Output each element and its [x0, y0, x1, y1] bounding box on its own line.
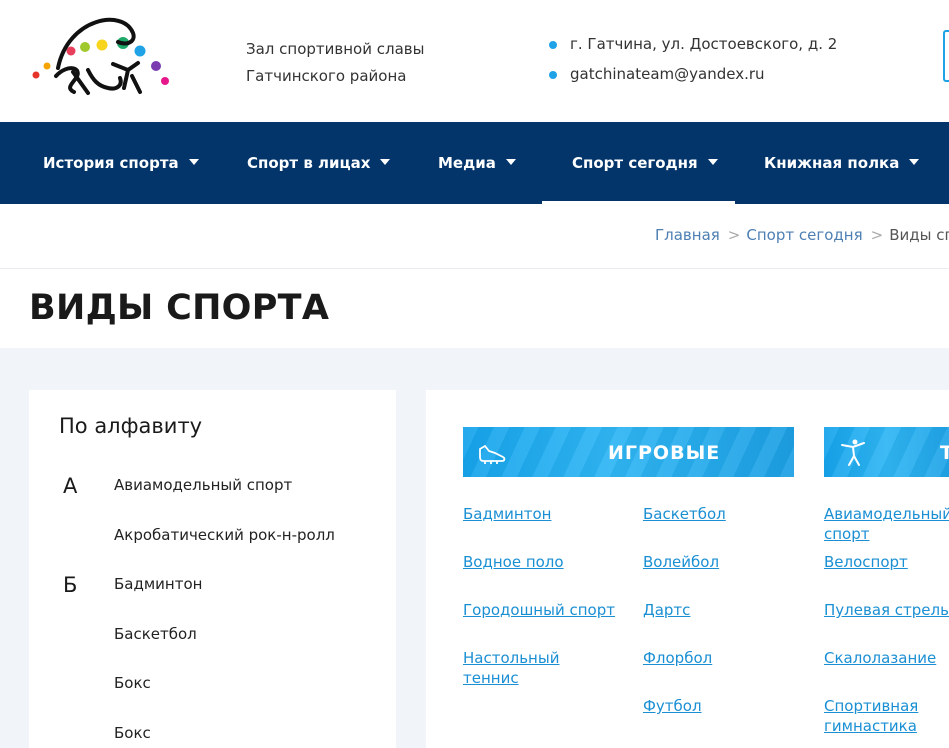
header-contacts: г. Гатчина, ул. Достоевского, д. 2 gatch… [549, 32, 837, 92]
nav-label: Медиа [438, 154, 496, 172]
email-dot-icon [549, 71, 557, 79]
nav-item-people[interactable]: Спорт в лицах [247, 122, 391, 204]
caret-down-icon [707, 158, 718, 165]
site-logo[interactable] [28, 8, 173, 98]
breadcrumb-section[interactable]: Спорт сегодня [746, 226, 862, 244]
tagline-line2: Гатчинского района [246, 67, 407, 85]
breadcrumb: Главная > Спорт сегодня > Виды спорт [655, 226, 949, 244]
sport-link[interactable]: Городошный спорт [463, 600, 615, 620]
category-banner-game[interactable]: ИГРОВЫЕ [463, 427, 794, 477]
sport-link[interactable]: Водное поло [463, 552, 564, 572]
sport-link[interactable]: Велоспорт [824, 552, 908, 572]
sport-link[interactable]: Баскетбол [643, 504, 726, 524]
site-header: Зал спортивной славы Гатчинского района … [0, 0, 949, 122]
tagline-line1: Зал спортивной славы [246, 40, 425, 58]
category-banner-second[interactable]: Т [824, 427, 949, 477]
sidebar-item[interactable]: Бокс [114, 724, 151, 742]
nav-label: Спорт в лицах [247, 154, 371, 172]
alphabet-sidebar: По алфавиту А Авиамодельный спорт Акроба… [29, 390, 396, 748]
header-button-edge[interactable] [943, 30, 949, 82]
email-link[interactable]: gatchinateam@yandex.ru [570, 65, 765, 83]
caret-down-icon [380, 158, 391, 165]
sidebar-item[interactable]: Авиамодельный спорт [114, 476, 292, 494]
sport-link[interactable]: Авиамодельный спорт [824, 504, 949, 544]
sport-link[interactable]: Настольный теннис [463, 648, 583, 688]
page-title: ВИДЫ СПОРТА [29, 288, 330, 328]
contact-email[interactable]: gatchinateam@yandex.ru [549, 62, 837, 92]
alpha-letter-b: Б [63, 573, 78, 597]
breadcrumb-divider [0, 268, 949, 269]
sidebar-item[interactable]: Бокс [114, 674, 151, 692]
sidebar-heading: По алфавиту [59, 414, 203, 438]
location-dot-icon [549, 41, 557, 49]
sneaker-icon [479, 444, 506, 464]
sport-link[interactable]: Флорбол [643, 648, 712, 668]
nav-item-history[interactable]: История спорта [43, 122, 199, 204]
breadcrumb-current: Виды спорт [889, 226, 949, 244]
sport-link[interactable]: Спортивная гимнастика [824, 696, 934, 736]
sidebar-item[interactable]: Бадминтон [114, 575, 202, 593]
categories-panel: ИГРОВЫЕ Бадминтон Водное поло Городошный… [426, 390, 949, 748]
caret-down-icon [188, 158, 199, 165]
nav-item-bookshelf[interactable]: Книжная полка [764, 122, 920, 204]
alpha-letter-a: А [63, 474, 78, 498]
sport-link[interactable]: Пулевая стрельба [824, 600, 949, 620]
main-nav: История спорта Спорт в лицах Медиа Спорт… [0, 122, 949, 204]
category-title: ИГРОВЫЕ [608, 442, 721, 464]
nav-item-sport-today[interactable]: Спорт сегодня [542, 122, 735, 204]
site-tagline: Зал спортивной славы Гатчинского района [246, 36, 424, 90]
sport-link[interactable]: Бадминтон [463, 504, 551, 524]
breadcrumb-separator: > [870, 226, 884, 244]
nav-item-media[interactable]: Медиа [438, 122, 516, 204]
nav-label: История спорта [43, 154, 179, 172]
breadcrumb-separator: > [727, 226, 741, 244]
sport-link[interactable]: Футбол [643, 696, 702, 716]
nav-label: Книжная полка [764, 154, 900, 172]
caret-down-icon [909, 158, 920, 165]
nav-label: Спорт сегодня [572, 154, 698, 172]
contact-address: г. Гатчина, ул. Достоевского, д. 2 [549, 32, 837, 62]
caret-down-icon [505, 158, 516, 165]
sidebar-item[interactable]: Баскетбол [114, 625, 197, 643]
category-title: Т [940, 442, 949, 464]
sport-link[interactable]: Волейбол [643, 552, 719, 572]
sport-link[interactable]: Скалолазание [824, 648, 936, 668]
address-text: г. Гатчина, ул. Достоевского, д. 2 [570, 35, 838, 53]
sport-link[interactable]: Дартс [643, 600, 690, 620]
breadcrumb-home[interactable]: Главная [655, 226, 720, 244]
gymnast-icon [841, 439, 865, 466]
sidebar-item[interactable]: Акробатический рок-н-ролл [114, 526, 335, 544]
